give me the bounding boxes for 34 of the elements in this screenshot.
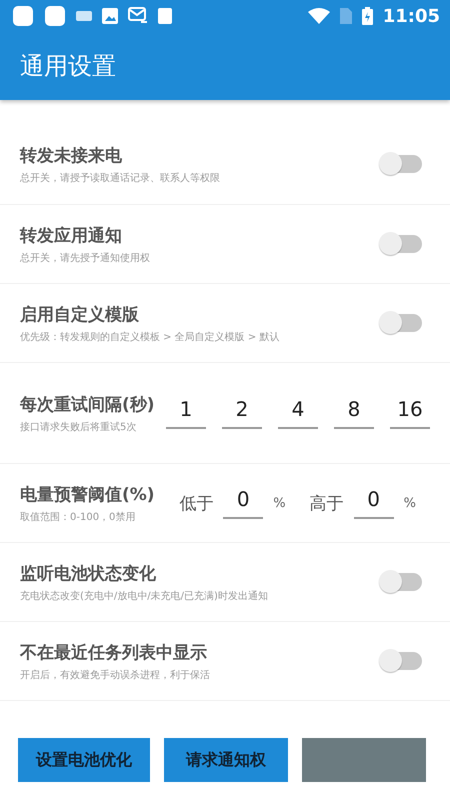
action-button[interactable]: 设置电池优化 [18, 738, 150, 782]
percent-unit: % [404, 496, 416, 510]
setting-description: 总开关，请授予读取通话记录、联系人等权限 [20, 172, 220, 184]
setting-description: 开启后，有效避免手动误杀进程，利于保活 [20, 668, 210, 682]
screen-title: 通用设置 [19, 51, 117, 82]
threshold-field[interactable]: 0 [223, 487, 264, 519]
interval-field[interactable]: 16 [390, 397, 430, 429]
threshold-label: 高于 [310, 492, 344, 514]
setting-title: 电量预警阈值(%) [20, 484, 155, 506]
interval-field[interactable]: 8 [334, 397, 374, 429]
setting-title: 转发未接来电 [20, 144, 123, 166]
mail-icon [128, 7, 148, 25]
setting-title: 不在最近任务列表中显示 [20, 642, 208, 664]
interval-field[interactable]: 1 [166, 397, 206, 429]
threshold-field[interactable]: 0 [354, 487, 394, 519]
setting-title: 启用自定义模版 [20, 304, 140, 326]
keyboard-icon [76, 11, 92, 21]
threshold-label: 低于 [179, 492, 214, 514]
setting-description: 优先级：转发规则的自定义模板 > 全局自定义模版 > 默认 [20, 330, 280, 344]
wifi-icon [308, 8, 330, 24]
setting-title: 转发应用通知 [20, 224, 123, 246]
battery-icon [362, 7, 373, 25]
setting-description: 取值范围：0-100，0禁用 [20, 510, 136, 524]
interval-field[interactable]: 2 [222, 397, 262, 429]
setting-description: 总开关，请先授予通知使用权 [20, 252, 150, 264]
percent-unit: % [273, 496, 286, 510]
setting-title: 每次重试间隔(秒) [20, 394, 155, 416]
clock-time: 11:05 [382, 6, 440, 26]
action-button[interactable]: 请求通知权 [164, 738, 288, 782]
setting-description: 接口请求失败后将重试5次 [20, 420, 138, 434]
setting-title: 监听电池状态变化 [20, 562, 157, 584]
interval-field[interactable]: 4 [278, 397, 318, 429]
image-icon [102, 8, 118, 24]
setting-description: 充电状态改变(充电中/放电中/未充电/已充满)时发出通知 [20, 590, 268, 602]
